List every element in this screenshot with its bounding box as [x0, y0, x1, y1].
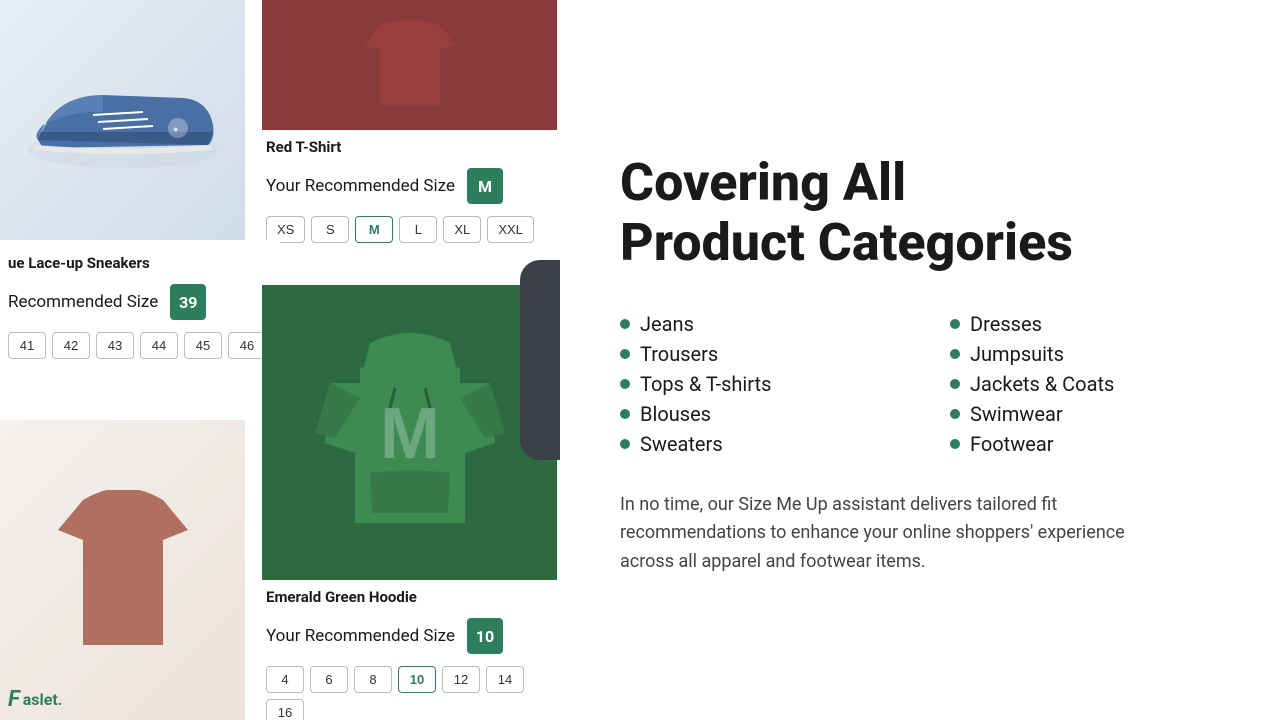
- size-button[interactable]: 16: [266, 699, 304, 720]
- category-label: Blouses: [640, 402, 711, 426]
- left-panel: ● Red T-Shirt Your Recommended Size M XS…: [0, 0, 560, 720]
- brown-tshirt-image: [0, 420, 245, 720]
- red-tshirt-rec-text: Your Recommended Size: [266, 176, 455, 196]
- sneaker-rec-text: Recommended Size: [8, 292, 158, 312]
- bullet-icon: [950, 409, 960, 419]
- bullet-icon: [950, 349, 960, 359]
- category-label: Sweaters: [640, 432, 723, 456]
- faslet-f-icon: F: [8, 687, 20, 712]
- size-button[interactable]: XS: [266, 216, 305, 243]
- faslet-logo-text: aslet.: [23, 690, 63, 709]
- sneaker-label-area: ue Lace-up Sneakers Recommended Size 39 …: [0, 240, 280, 371]
- categories-grid: Jeans Trousers Tops & T-shirts Blouses Sweat…: [620, 309, 1220, 459]
- bullet-icon: [620, 379, 630, 389]
- size-button[interactable]: 14: [486, 666, 524, 693]
- category-item: Jeans: [620, 309, 890, 339]
- size-button[interactable]: 41: [8, 332, 46, 359]
- category-label: Trousers: [640, 342, 718, 366]
- bullet-icon: [620, 439, 630, 449]
- category-item: Blouses: [620, 399, 890, 429]
- category-item: Swimwear: [950, 399, 1220, 429]
- category-label: Dresses: [970, 312, 1042, 336]
- bullet-icon: [950, 319, 960, 329]
- category-item: Jackets & Coats: [950, 369, 1220, 399]
- red-tshirt-size-badge: M: [467, 168, 503, 204]
- green-hoodie-size-badge: 10: [467, 618, 503, 654]
- size-button[interactable]: 8: [354, 666, 392, 693]
- bullet-icon: [620, 409, 630, 419]
- sneaker-recommendation: Recommended Size 39: [8, 278, 272, 326]
- category-item: Footwear: [950, 429, 1220, 459]
- svg-text:●: ●: [173, 125, 178, 135]
- red-tshirt-card: Red T-Shirt Your Recommended Size M XSSM…: [262, 0, 557, 249]
- size-button[interactable]: 6: [310, 666, 348, 693]
- size-button[interactable]: 10: [398, 666, 436, 693]
- size-button[interactable]: 42: [52, 332, 90, 359]
- size-button[interactable]: 46: [228, 332, 266, 359]
- size-button[interactable]: XXL: [487, 216, 534, 243]
- category-label: Jeans: [640, 312, 694, 336]
- right-panel: Covering All Product Categories Jeans Tro…: [560, 0, 1280, 720]
- size-button[interactable]: 45: [184, 332, 222, 359]
- sneaker-image: ●: [0, 0, 245, 240]
- green-hoodie-size-options: 468101214 16: [266, 660, 553, 720]
- size-button[interactable]: 44: [140, 332, 178, 359]
- size-button[interactable]: 12: [442, 666, 480, 693]
- red-tshirt-recommendation: Your Recommended Size M: [266, 162, 553, 210]
- dark-curve-decoration: [520, 260, 560, 460]
- category-label: Tops & T-shirts: [640, 372, 771, 396]
- category-item: Tops & T-shirts: [620, 369, 890, 399]
- bullet-icon: [620, 349, 630, 359]
- category-item: Sweaters: [620, 429, 890, 459]
- sneaker-size-options: 414243444546: [8, 326, 272, 365]
- description-text: In no time, our Size Me Up assistant del…: [620, 491, 1160, 577]
- category-item: Dresses: [950, 309, 1220, 339]
- category-label: Footwear: [970, 432, 1054, 456]
- green-hoodie-rec-text: Your Recommended Size: [266, 626, 455, 646]
- title-line1: Covering All: [620, 152, 906, 213]
- category-label: Swimwear: [970, 402, 1063, 426]
- category-label: Jackets & Coats: [970, 372, 1114, 396]
- categories-col1: Jeans Trousers Tops & T-shirts Blouses Sweat…: [620, 309, 890, 459]
- size-button[interactable]: M: [355, 216, 393, 243]
- green-hoodie-label: Emerald Green Hoodie: [266, 580, 553, 612]
- sneaker-label: ue Lace-up Sneakers: [8, 246, 272, 278]
- bullet-icon: [950, 439, 960, 449]
- size-button[interactable]: XL: [443, 216, 481, 243]
- sneaker-size-badge: 39: [170, 284, 206, 320]
- category-item: Trousers: [620, 339, 890, 369]
- size-button[interactable]: L: [399, 216, 437, 243]
- green-hoodie-recommendation: Your Recommended Size 10: [266, 612, 553, 660]
- bullet-icon: [950, 379, 960, 389]
- red-tshirt-label: Red T-Shirt: [266, 130, 553, 162]
- size-button[interactable]: S: [311, 216, 349, 243]
- title-line2: Product Categories: [620, 212, 1073, 273]
- category-item: Jumpsuits: [950, 339, 1220, 369]
- green-hoodie-image: M: [262, 285, 557, 580]
- main-title: Covering All Product Categories: [620, 153, 1220, 273]
- size-button[interactable]: 4: [266, 666, 304, 693]
- faslet-logo: F aslet.: [8, 687, 62, 712]
- red-tshirt-size-options: XSSMLXLXXL: [266, 210, 553, 249]
- size-button[interactable]: 43: [96, 332, 134, 359]
- bullet-icon: [620, 319, 630, 329]
- category-label: Jumpsuits: [970, 342, 1064, 366]
- green-hoodie-card: M Emerald Green Hoodie Your Recommended …: [262, 285, 557, 720]
- categories-col2: Dresses Jumpsuits Jackets & Coats Swimwear F…: [950, 309, 1220, 459]
- red-tshirt-image: [262, 0, 557, 130]
